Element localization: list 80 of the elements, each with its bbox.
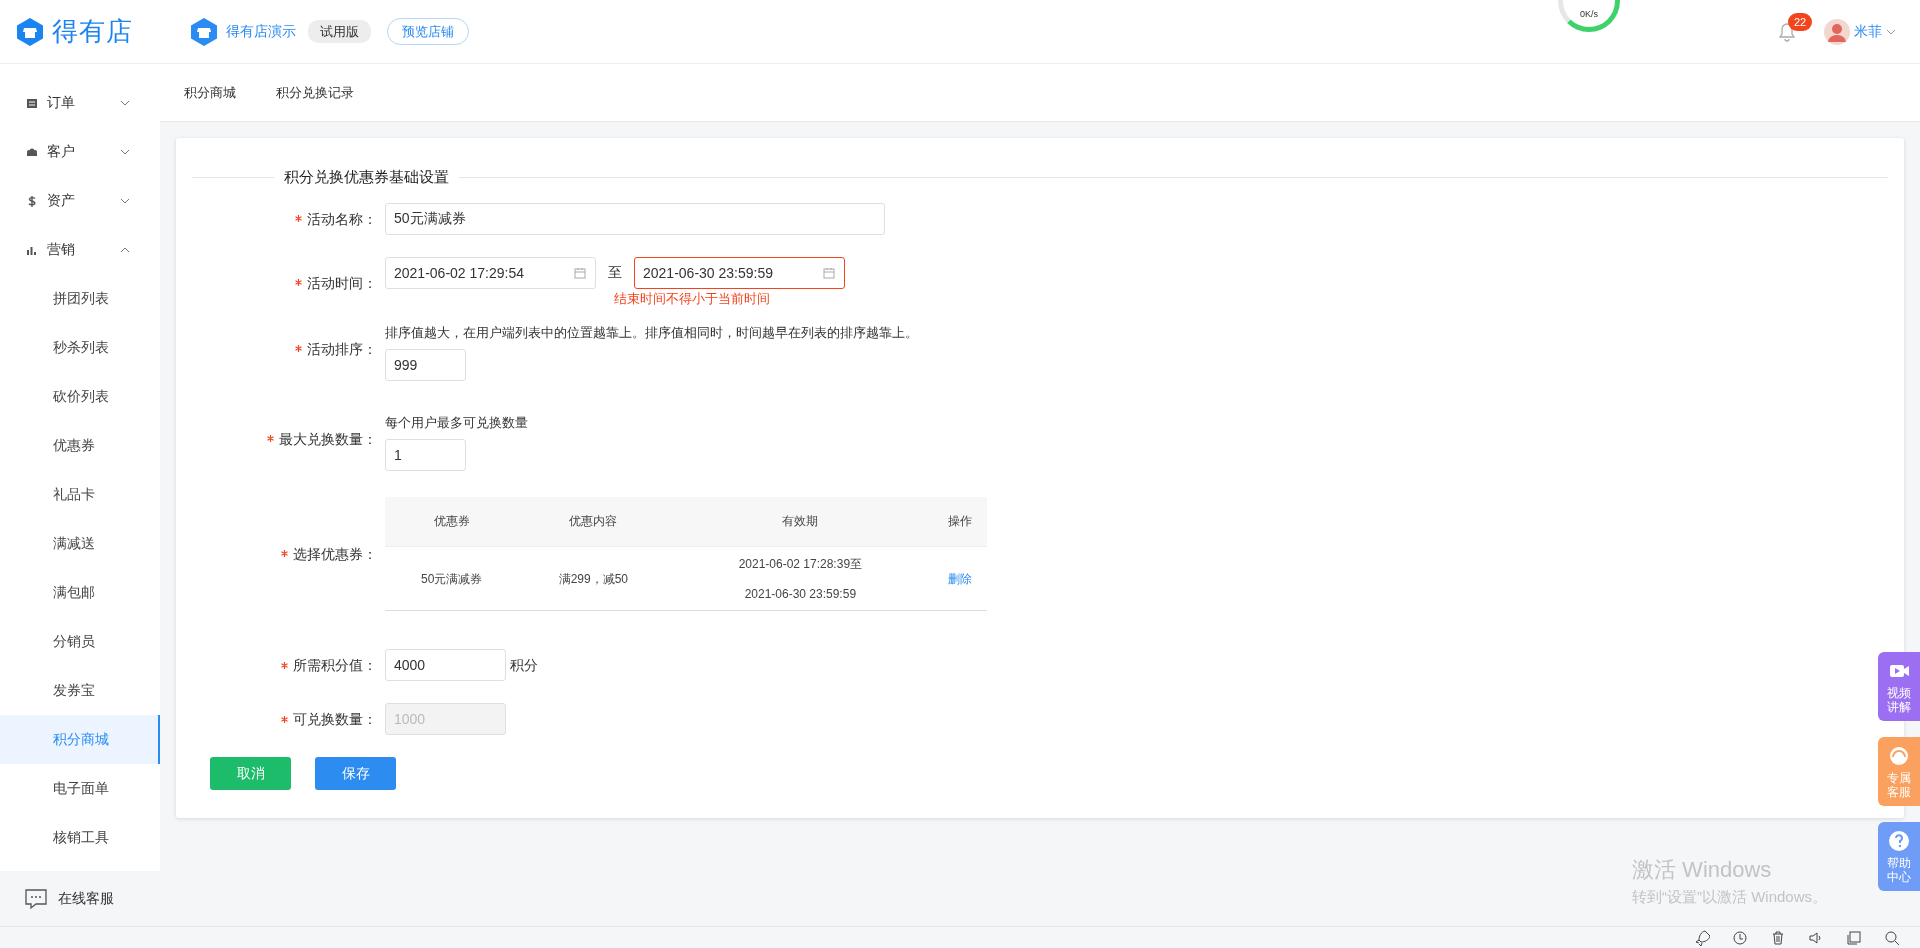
table-cell: 2021-06-02 17:28:39至 2021-06-30 23:59:59 <box>668 546 933 611</box>
chevron-down-icon <box>120 197 130 204</box>
notification-count: 22 <box>1788 12 1813 32</box>
speaker-icon[interactable] <box>1808 929 1824 946</box>
field-label: 选择优惠券： <box>293 544 377 564</box>
logo-text: 得有店 <box>52 15 133 48</box>
column-header: 有效期 <box>668 496 933 547</box>
field-label: 活动名称： <box>307 209 377 229</box>
sidebar-item[interactable]: 秒杀列表 <box>0 323 160 372</box>
chat-icon[interactable] <box>24 887 48 910</box>
sidebar-group-label: 订单 <box>47 93 76 112</box>
squares-icon[interactable] <box>1846 929 1862 946</box>
hint-text: 每个用户最多可兑换数量 <box>385 413 528 432</box>
delete-link[interactable]: 删除 <box>947 571 972 586</box>
video-widget[interactable]: 视频讲解 <box>1878 652 1920 721</box>
chevron-down-icon <box>120 99 130 106</box>
widget-label: 专属客服 <box>1887 771 1911 800</box>
chevron-down-icon <box>120 148 130 155</box>
sidebar-item[interactable]: 拼团列表 <box>0 274 160 323</box>
sidebar-item[interactable]: 满减送 <box>0 519 160 568</box>
sidebar-group[interactable]: 客户 <box>0 127 160 176</box>
tab[interactable]: 积分兑换记录 <box>256 82 374 103</box>
hexagon-logo-icon <box>16 16 44 47</box>
sidebar-item[interactable]: 分销员 <box>0 617 160 666</box>
column-header: 优惠内容 <box>518 496 669 547</box>
user-name[interactable]: 米菲 <box>1854 21 1882 42</box>
sidebar-group[interactable]: 营销 <box>0 225 160 274</box>
hint-text: 排序值越大，在用户端列表中的位置越靠上。排序值相同时，时间越早在列表的排序越靠上。 <box>385 323 918 342</box>
trash-icon[interactable] <box>1770 929 1786 946</box>
plan-badge: 试用版 <box>308 19 371 44</box>
widget-label: 帮助中心 <box>1887 856 1911 885</box>
store-icon <box>190 16 218 47</box>
search-icon[interactable] <box>1884 929 1900 946</box>
date-field[interactable]: 2021-06-30 23:59:59 <box>634 256 845 289</box>
column-header: 优惠券 <box>385 496 519 547</box>
preview-store-button[interactable]: 预览店铺 <box>387 17 469 46</box>
sidebar-group-label: 营销 <box>47 240 76 259</box>
date-field[interactable]: 2021-06-02 17:29:54 <box>385 256 596 289</box>
list-icon <box>26 96 38 109</box>
sidebar-item[interactable]: 礼品卡 <box>0 470 160 519</box>
caret-icon[interactable] <box>1886 27 1896 36</box>
input-field[interactable]: 1 <box>385 438 466 471</box>
speed-text: 0K/s <box>1580 7 1598 21</box>
input-field[interactable]: 50元满减券 <box>385 202 885 235</box>
column-header: 操作 <box>932 496 987 547</box>
table-cell: 50元满减券 <box>385 546 519 611</box>
bell-icon[interactable] <box>1778 22 1796 43</box>
separator-text: 至 <box>607 263 623 282</box>
sidebar-group-label: 客户 <box>47 142 76 161</box>
sidebar-item[interactable]: 砍价列表 <box>0 372 160 421</box>
sidebar-item[interactable]: 发券宝 <box>0 666 160 715</box>
field-label: 活动时间： <box>307 273 377 293</box>
sidebar-item[interactable]: 核销工具 <box>0 813 160 862</box>
sidebar-item[interactable]: 优惠券 <box>0 421 160 470</box>
section-title: 积分兑换优惠券基础设置 <box>192 166 1888 189</box>
widget-label: 视频讲解 <box>1887 686 1911 715</box>
disabled-input-field: 1000 <box>385 703 506 735</box>
sidebar-item[interactable]: 电子面单 <box>0 764 160 813</box>
online-support-link[interactable]: 在线客服 <box>58 888 114 909</box>
avatar-icon <box>1824 18 1850 45</box>
unit-text: 积分 <box>510 655 538 675</box>
field-label: 可兑换数量： <box>293 710 377 729</box>
dollar-icon <box>26 194 38 207</box>
field-label: 所需积分值： <box>293 656 377 675</box>
store-name[interactable]: 得有店演示 <box>226 21 296 42</box>
table-cell: 满299，减50 <box>518 546 669 611</box>
question-mark-icon <box>1888 830 1910 852</box>
sidebar-item[interactable]: 满包邮 <box>0 568 160 617</box>
field-label: 最大兑换数量： <box>279 429 377 449</box>
rocket-icon[interactable] <box>1694 929 1710 946</box>
input-field[interactable]: 4000 <box>385 649 506 681</box>
clock-icon[interactable] <box>1732 929 1748 946</box>
sidebar-group[interactable]: 资产 <box>0 176 160 225</box>
chevron-up-icon <box>120 246 130 253</box>
tab[interactable]: 积分商城 <box>164 82 256 103</box>
sidebar-group-label: 资产 <box>47 191 76 210</box>
sidebar-group[interactable]: 订单 <box>0 78 160 127</box>
error-message: 结束时间不得小于当前时间 <box>614 289 771 308</box>
field-label: 活动排序： <box>307 339 377 359</box>
input-field[interactable]: 999 <box>385 348 466 381</box>
